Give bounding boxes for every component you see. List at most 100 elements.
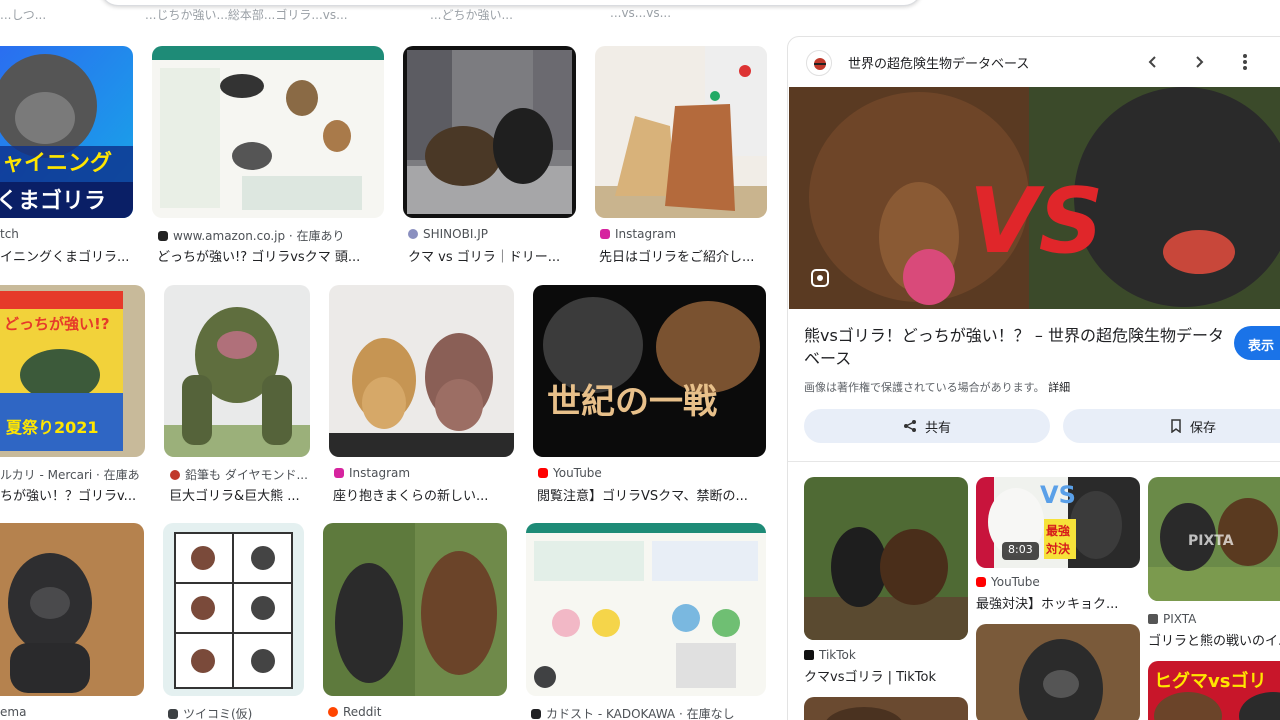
- vs-graphic-text: VS: [969, 169, 1103, 274]
- site-name[interactable]: 世界の超危険生物データベース: [848, 53, 1029, 72]
- more-vert-icon: [1243, 54, 1247, 70]
- source-label: YouTube: [991, 575, 1040, 589]
- instagram-icon: [600, 229, 610, 239]
- result-source: ema: [0, 705, 140, 719]
- related-thumbnail[interactable]: PIXTA: [1148, 477, 1280, 601]
- result-thumbnail[interactable]: [163, 523, 304, 696]
- divider: [788, 461, 1280, 462]
- result-source: カドスト - KADOKAWA · 在庫なし: [531, 705, 766, 720]
- chevron-left-icon: [1148, 56, 1156, 68]
- result-source: Instagram: [600, 227, 765, 241]
- source-label: SHINOBI.JP: [423, 227, 488, 241]
- source-label: ツイコミ(仮): [183, 707, 253, 720]
- result-source: Instagram: [334, 466, 509, 480]
- svg-text:夏祭り2021: 夏祭り2021: [5, 418, 99, 437]
- svg-text:最強: 最強: [1046, 523, 1070, 538]
- image-search-page: ...しつ... ...じちか強い...総本部...ゴリラ...vs... ..…: [0, 0, 1280, 720]
- previous-button[interactable]: [1140, 49, 1166, 75]
- related-source: TikTok: [804, 648, 856, 662]
- preview-title[interactable]: 熊vsゴリラ！どっちが強い！？ – 世界の超危険生物データベース: [804, 324, 1224, 370]
- source-label: ema: [0, 705, 27, 719]
- related-thumbnail[interactable]: ヒグマvsゴリ: [1148, 661, 1280, 720]
- related-thumbnail[interactable]: [976, 624, 1140, 720]
- faded-text: ...どちか強い...: [430, 8, 513, 22]
- copyright-notice: 画像は著作権で保護されている場合があります。 詳細: [804, 379, 1070, 395]
- svg-text:対決: 対決: [1045, 541, 1071, 556]
- result-title[interactable]: クマ vs ゴリラ｜ドリー...: [408, 246, 573, 265]
- result-source: YouTube: [538, 466, 763, 480]
- favicon-icon: [158, 230, 168, 241]
- result-source: 鉛筆も ダイヤモンド...: [170, 466, 310, 483]
- thumbnail-overlay-text: ヒグマvsゴリ: [1154, 670, 1266, 692]
- share-icon: [903, 420, 916, 432]
- related-thumbnail[interactable]: [804, 697, 968, 720]
- result-title[interactable]: 巨大ゴリラ&巨大熊 ...: [169, 485, 309, 504]
- favicon-icon: [408, 229, 418, 239]
- result-title[interactable]: 先日はゴリラをご紹介し...: [599, 246, 765, 265]
- youtube-icon: [976, 577, 986, 587]
- panel-header: 世界の超危険生物データベース: [788, 37, 1280, 87]
- source-label: Reddit: [343, 705, 382, 719]
- result-title[interactable]: 閲覧注意】ゴリラVSクマ、禁断の...: [537, 485, 763, 504]
- result-thumbnail[interactable]: ャイニング くまゴリラ: [0, 46, 133, 218]
- result-thumbnail[interactable]: [323, 523, 507, 696]
- result-thumbnail[interactable]: [152, 46, 384, 218]
- result-title[interactable]: どっちが強い!? ゴリラvsクマ 頭...: [157, 246, 382, 265]
- preview-panel: 世界の超危険生物データベース VS 熊vsゴリラ！どっちが強い！？ – 世界の超…: [787, 36, 1280, 720]
- pixta-icon: [1148, 614, 1158, 624]
- related-title[interactable]: 最強対決】ホッキョク...: [976, 593, 1140, 612]
- related-source: YouTube: [976, 575, 1040, 589]
- result-thumbnail[interactable]: [0, 523, 144, 696]
- result-thumbnail[interactable]: [164, 285, 310, 457]
- related-source: PIXTA: [1148, 612, 1196, 626]
- source-label: 鉛筆も ダイヤモンド...: [185, 468, 308, 482]
- result-source: www.amazon.co.jp · 在庫あり: [158, 227, 378, 244]
- source-label: Instagram: [615, 227, 677, 241]
- favicon-icon: [168, 708, 178, 719]
- visit-button[interactable]: 表示: [1234, 326, 1280, 360]
- source-label: PIXTA: [1163, 612, 1197, 626]
- thumbnail-overlay-text: 世紀の一戦: [547, 382, 717, 422]
- details-link[interactable]: 詳細: [1048, 381, 1070, 394]
- source-label: tch: [0, 227, 19, 241]
- lens-icon[interactable]: [809, 267, 831, 289]
- watermark-text: PIXTA: [1188, 533, 1234, 549]
- related-thumbnail[interactable]: [804, 477, 968, 640]
- related-title[interactable]: ゴリラと熊の戦いのイ...: [1148, 630, 1280, 649]
- svg-text:ャイニング: ャイニング: [2, 150, 112, 176]
- result-thumbnail[interactable]: [595, 46, 767, 218]
- youtube-icon: [538, 468, 548, 478]
- more-options-button[interactable]: [1232, 49, 1258, 75]
- tiktok-icon: [804, 650, 814, 660]
- reddit-icon: [328, 707, 338, 717]
- save-label: 保存: [1189, 420, 1216, 436]
- top-bar: ...しつ... ...じちか強い...総本部...ゴリラ...vs... ..…: [0, 0, 1280, 22]
- related-title[interactable]: クマvsゴリラ | TikTok: [804, 666, 968, 685]
- preview-image[interactable]: VS: [789, 87, 1280, 309]
- result-source: SHINOBI.JP: [408, 227, 573, 241]
- share-button[interactable]: 共有: [804, 409, 1050, 443]
- related-thumbnail[interactable]: 最強 対決 VS 8:03: [976, 477, 1140, 568]
- source-label: YouTube: [553, 466, 602, 480]
- result-thumbnail[interactable]: [403, 46, 576, 218]
- result-thumbnail[interactable]: 世紀の一戦: [533, 285, 766, 457]
- source-label: Instagram: [349, 466, 411, 480]
- result-title[interactable]: イニングくまゴリラ...: [0, 246, 140, 265]
- faded-text: ...じちか強い...総本部...ゴリラ...vs...: [145, 8, 348, 22]
- result-thumbnail[interactable]: [526, 523, 766, 696]
- save-button[interactable]: 保存: [1063, 409, 1280, 443]
- copyright-text: 画像は著作権で保護されている場合があります。: [804, 381, 1045, 394]
- instagram-icon: [334, 468, 344, 478]
- faded-text: ...vs...vs...: [610, 6, 672, 20]
- svg-text:くまゴリラ: くまゴリラ: [0, 188, 106, 214]
- source-label: カドスト - KADOKAWA · 在庫なし: [546, 707, 735, 720]
- result-thumbnail[interactable]: どっちが強い!? 夏祭り2021: [0, 285, 145, 457]
- favicon-icon: [531, 708, 541, 719]
- result-title[interactable]: 座り抱きまくらの新しい...: [333, 485, 508, 504]
- favicon-icon: [170, 469, 180, 480]
- chevron-right-icon: [1196, 56, 1204, 68]
- result-thumbnail[interactable]: [329, 285, 514, 457]
- result-title[interactable]: ちが強い！？ゴリラv...: [0, 485, 140, 504]
- next-button[interactable]: [1186, 49, 1212, 75]
- faded-text: ...しつ...: [0, 8, 47, 22]
